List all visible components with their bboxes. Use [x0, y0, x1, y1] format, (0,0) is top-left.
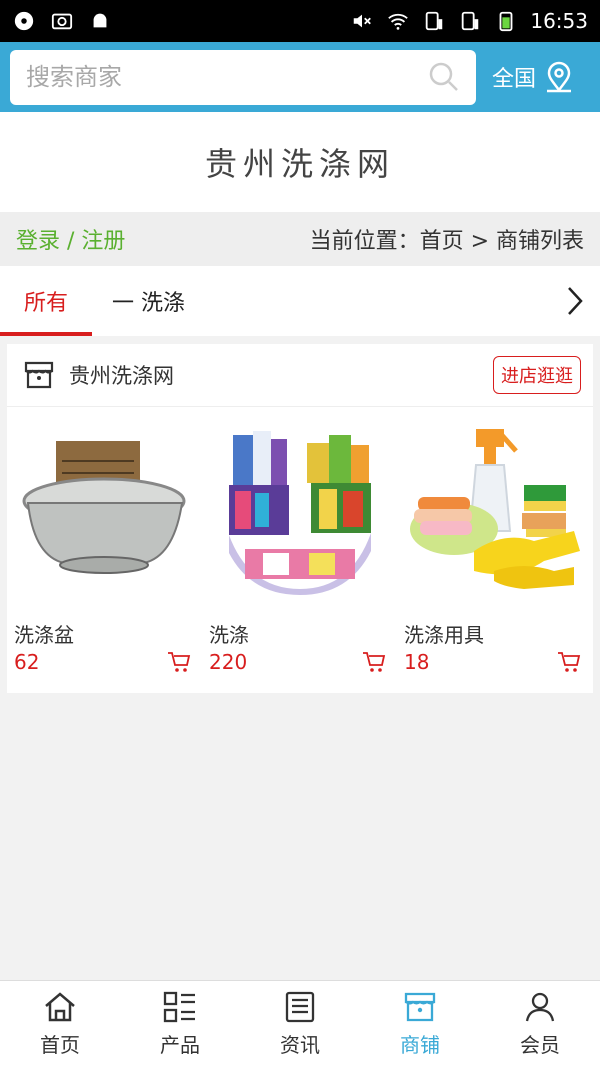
tab-washing[interactable]: 一 洗涤 [112, 266, 185, 336]
location-pin-icon [547, 61, 572, 93]
region-label: 全国 [492, 67, 537, 92]
cart-icon[interactable] [557, 651, 581, 673]
shop-name: 贵州洗涤网 [69, 364, 174, 388]
region-selector[interactable]: 全国 [492, 61, 574, 93]
product-list: 洗涤盆 62 洗涤 220 洗涤用具 18 [7, 407, 593, 674]
chevron-right-icon [568, 287, 583, 315]
product-price: 62 [14, 650, 40, 674]
nav-item-home[interactable]: 首页 [0, 981, 120, 1067]
home-icon [45, 991, 75, 1021]
nav-label-shops: 商铺 [400, 1032, 440, 1057]
nav-item-shops[interactable]: 商铺 [360, 981, 480, 1067]
nav-item-news[interactable]: 资讯 [240, 981, 360, 1067]
status-bar: 16:53 [0, 0, 600, 42]
nav-label-member: 会员 [520, 1032, 560, 1057]
shop-header: 贵州洗涤网 进店逛逛 [7, 344, 593, 407]
disc-icon [14, 11, 34, 31]
product-price: 220 [209, 650, 248, 674]
product-item[interactable]: 洗涤盆 62 [7, 407, 202, 674]
login-bar: 登录 / 注册 当前位置：首页 > 商铺列表 [0, 212, 600, 266]
grid-icon [163, 991, 195, 1022]
product-price: 18 [404, 650, 430, 674]
product-image-cleaning-tools[interactable] [404, 421, 586, 599]
nav-label-news: 资讯 [280, 1032, 320, 1057]
product-name: 洗涤用具 [404, 623, 484, 647]
store-icon [24, 361, 54, 389]
breadcrumb: 当前位置：首页 > 商铺列表 [309, 229, 584, 254]
bottom-nav: 首页 产品 资讯 商铺 会员 [0, 980, 600, 1067]
header: 全国 [0, 42, 600, 112]
category-tabs: 所有 一 洗涤 [0, 266, 600, 336]
status-time: 16:53 [530, 9, 588, 33]
nav-label-home: 首页 [40, 1032, 80, 1057]
product-image-wash-basin[interactable] [14, 421, 196, 599]
shop-card: 贵州洗涤网 进店逛逛 洗涤盆 62 洗涤 220 洗涤用具 18 [7, 344, 593, 693]
product-name: 洗涤盆 [14, 623, 74, 647]
search-icon[interactable] [428, 61, 460, 93]
product-image-detergents[interactable] [209, 421, 391, 599]
product-item[interactable]: 洗涤 220 [202, 407, 397, 674]
product-name: 洗涤 [209, 623, 249, 647]
mute-icon [354, 14, 372, 28]
wifi-icon [388, 13, 409, 30]
tab-all[interactable]: 所有 [0, 266, 92, 336]
cart-icon[interactable] [362, 651, 386, 673]
nav-label-products: 产品 [160, 1032, 200, 1057]
android-icon [93, 13, 107, 28]
store-icon [404, 992, 436, 1021]
signal-icon [426, 11, 443, 31]
visit-shop-button[interactable]: 进店逛逛 [493, 356, 581, 394]
news-icon [285, 991, 315, 1022]
product-item[interactable]: 洗涤用具 18 [397, 407, 592, 674]
nav-item-products[interactable]: 产品 [120, 981, 240, 1067]
site-title: 贵州洗涤网 [204, 145, 395, 183]
signal-icon-2 [462, 11, 479, 31]
site-title-area: 贵州洗涤网 [0, 112, 600, 212]
nav-item-member[interactable]: 会员 [480, 981, 600, 1067]
login-register-link[interactable]: 登录 / 注册 [16, 223, 125, 255]
cart-icon[interactable] [167, 651, 191, 673]
tabs-next-button[interactable] [550, 266, 600, 336]
battery-icon [499, 11, 513, 32]
search-input[interactable] [26, 63, 428, 91]
search-box[interactable] [10, 49, 476, 105]
user-icon [525, 992, 555, 1021]
screenshot-icon [51, 13, 73, 30]
